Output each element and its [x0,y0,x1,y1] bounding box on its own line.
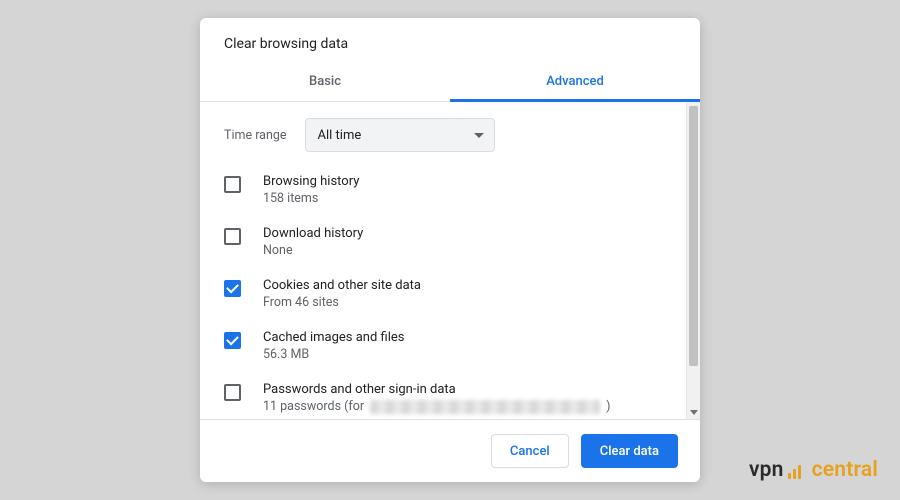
list-item: Download history None [224,226,676,258]
clear-browsing-data-dialog: Clear browsing data Basic Advanced Time … [200,18,700,482]
scroll-content: Time range All time Browsing history 158… [200,102,686,419]
dialog-title: Clear browsing data [200,18,700,64]
checkbox-cached-images[interactable] [224,332,241,349]
item-title: Passwords and other sign-in data [263,382,676,397]
item-subtitle: 158 items [263,191,676,206]
list-item: Cookies and other site data From 46 site… [224,278,676,310]
tab-basic[interactable]: Basic [200,64,450,101]
item-subtitle: None [263,243,676,258]
clear-data-button[interactable]: Clear data [581,434,678,468]
checkbox-cookies[interactable] [224,280,241,297]
dialog-footer: Cancel Clear data [200,419,700,482]
item-subtitle: 11 passwords (for ) [263,399,676,414]
tab-bar: Basic Advanced [200,64,700,102]
list-item: Cached images and files 56.3 MB [224,330,676,362]
checkbox-browsing-history[interactable] [224,176,241,193]
item-title: Download history [263,226,676,241]
time-range-row: Time range All time [224,118,676,152]
item-subtitle: From 46 sites [263,295,676,310]
scrollbar-down-arrow[interactable] [687,405,700,419]
time-range-value: All time [318,128,362,143]
item-subtitle: 56.3 MB [263,347,676,362]
time-range-label: Time range [224,128,287,143]
cancel-button[interactable]: Cancel [491,434,569,468]
item-subtitle-prefix: 11 passwords (for [263,399,364,414]
item-subtitle-suffix: ) [606,399,610,414]
wifi-icon [788,461,806,479]
redacted-text [370,400,600,414]
watermark-text-2: central [812,458,878,482]
list-item: Passwords and other sign-in data 11 pass… [224,382,676,414]
tab-advanced[interactable]: Advanced [450,64,700,101]
scrollbar-thumb[interactable] [689,106,698,366]
dropdown-caret-icon [474,133,484,138]
watermark-logo: vpn central [749,458,878,482]
checkbox-passwords[interactable] [224,384,241,401]
watermark-text-1: vpn [749,458,784,482]
item-title: Cached images and files [263,330,676,345]
item-title: Browsing history [263,174,676,189]
chevron-down-icon [690,410,698,415]
list-item: Browsing history 158 items [224,174,676,206]
checkbox-download-history[interactable] [224,228,241,245]
scrollbar-track[interactable] [686,102,700,419]
dialog-body: Time range All time Browsing history 158… [200,102,700,419]
time-range-select[interactable]: All time [305,118,495,152]
item-title: Cookies and other site data [263,278,676,293]
